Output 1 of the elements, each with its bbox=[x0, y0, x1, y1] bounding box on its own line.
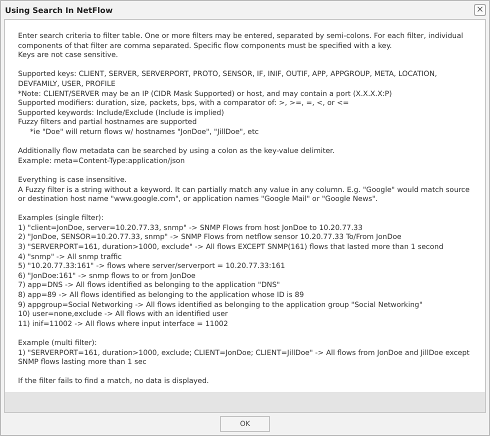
close-button[interactable]: × bbox=[474, 4, 486, 16]
